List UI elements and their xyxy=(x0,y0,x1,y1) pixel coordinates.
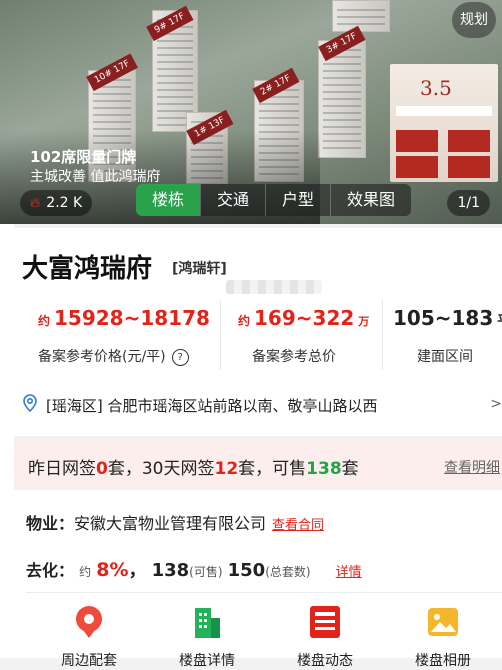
destock-details-link[interactable]: 详情 xyxy=(336,565,362,580)
plan-button[interactable]: 规划 xyxy=(452,2,496,38)
fire-icon: 🔥︎ xyxy=(30,195,41,211)
destock-sep: ， xyxy=(128,560,147,581)
total-prefix: 约 xyxy=(238,314,251,328)
promo-poster: 3.5 xyxy=(390,64,498,182)
gallery-tabs: 楼栋 交通 户型 效果图 xyxy=(136,184,412,216)
total-caption: 备案参考总价 xyxy=(252,349,336,365)
building-icon xyxy=(189,604,225,640)
view-contract-link[interactable]: 查看合同 xyxy=(272,518,324,533)
project-info-card: 大富鸿瑞府 [鸿瑞轩] 约 15928~18178 备案参考价格(元/平)? 约1… xyxy=(14,228,502,436)
property-label: 物业： xyxy=(26,514,75,533)
shortcut-building-details[interactable]: 楼盘详情 xyxy=(162,604,252,670)
signed-30-days: 12 xyxy=(214,459,239,479)
price-value: 15928~18178 xyxy=(54,306,210,330)
ad-title: 102席限量门牌 xyxy=(30,148,137,166)
poster-text: 3.5 xyxy=(420,76,452,100)
poster-card xyxy=(448,130,490,152)
sales-summary: 昨日网签0套，30天网签12套，可售138套 查看明细 xyxy=(14,442,502,486)
divider xyxy=(220,300,221,370)
location-icon xyxy=(22,394,38,416)
tab-floorplan[interactable]: 户型 xyxy=(265,184,330,216)
shortcut-label: 楼盘动态 xyxy=(297,653,353,669)
project-name: 大富鸿瑞府 xyxy=(22,254,153,284)
sales-text: 昨日网签0套，30天网签12套，可售138套 xyxy=(28,454,359,479)
left-edge xyxy=(0,224,14,658)
property-row: 物业：安徽大富物业管理有限公司 查看合同 xyxy=(26,510,324,534)
shortcut-label: 楼盘相册 xyxy=(415,653,471,669)
area-stat: 105~183平 建面区间 xyxy=(393,306,502,366)
area-unit: 平 xyxy=(497,314,502,329)
shortcut-label: 楼盘详情 xyxy=(179,653,235,669)
poster-card xyxy=(396,156,438,178)
view-details-link[interactable]: 查看明细 xyxy=(444,457,500,477)
area-value: 105~183 xyxy=(393,306,494,330)
total-note: (总套数) xyxy=(265,565,311,579)
view-count-badge: 🔥︎ 2.2 K xyxy=(20,190,93,216)
location-pin-icon xyxy=(71,604,107,640)
total-unit: 万 xyxy=(358,315,370,328)
view-count: 2.2 K xyxy=(46,195,83,211)
signed-yesterday: 0 xyxy=(96,459,108,479)
available-note: (可售) xyxy=(189,565,223,579)
image-counter: 1/1 xyxy=(447,190,490,216)
property-company: 安徽大富物业管理有限公司 xyxy=(74,514,267,533)
sales-label: 套，可售 xyxy=(238,459,307,479)
photo-icon xyxy=(425,604,461,640)
news-icon xyxy=(307,604,343,640)
shortcut-nearby[interactable]: 周边配套 xyxy=(44,604,134,670)
chevron-right-icon[interactable]: > xyxy=(490,396,502,412)
shortcut-photo-album[interactable]: 楼盘相册 xyxy=(398,604,488,670)
poster-strip xyxy=(396,106,492,116)
sales-label: 套，30天网签 xyxy=(107,459,215,479)
total-count: 150 xyxy=(227,560,266,581)
available-count: 138 xyxy=(151,560,190,581)
tab-traffic[interactable]: 交通 xyxy=(200,184,265,216)
help-icon[interactable]: ? xyxy=(171,349,189,366)
shortcut-project-news[interactable]: 楼盘动态 xyxy=(280,604,370,670)
address-row[interactable]: [瑶海区] 合肥市瑶海区站前路以南、敬亭山路以西 xyxy=(22,394,377,416)
sales-label: 套 xyxy=(341,459,359,479)
project-detail-card: 物业：安徽大富物业管理有限公司 查看合同 去化： 约 8%， 138(可售) 15… xyxy=(14,490,502,669)
price-stat: 约 15928~18178 备案参考价格(元/平)? xyxy=(38,306,210,366)
total-price-stat: 约 169~322 万 备案参考总价 xyxy=(238,306,369,366)
destock-percent: 8% xyxy=(96,559,129,581)
sales-label: 昨日网签 xyxy=(28,459,96,479)
divider xyxy=(382,300,383,370)
total-value: 169~322 xyxy=(254,306,355,330)
poster-card xyxy=(448,156,490,178)
address-text: [瑶海区] 合肥市瑶海区站前路以南、敬亭山路以西 xyxy=(46,396,378,415)
available-units: 138 xyxy=(306,459,342,479)
building-top xyxy=(332,0,390,32)
project-hero-image[interactable]: 9# 17F 10# 17F 1# 13F 2# 17F 3# 17F 3.5 … xyxy=(0,0,502,224)
ad-subtitle: 主城改善 值此鸿瑞府 xyxy=(30,169,161,185)
tab-buildings[interactable]: 楼栋 xyxy=(136,184,201,216)
blurred-text xyxy=(226,280,322,294)
price-caption: 备案参考价格(元/平) xyxy=(38,349,166,365)
project-alias: [鸿瑞轩] xyxy=(172,261,227,277)
poster-card xyxy=(396,130,438,152)
area-caption: 建面区间 xyxy=(417,349,473,365)
price-prefix: 约 xyxy=(38,314,51,328)
destock-label: 去化： xyxy=(26,561,75,580)
tab-renderings[interactable]: 效果图 xyxy=(330,184,411,216)
destock-row: 去化： 约 8%， 138(可售) 150(总套数) 详情 xyxy=(26,556,362,582)
destock-approx: 约 xyxy=(79,565,92,579)
divider xyxy=(26,592,502,593)
shortcut-label: 周边配套 xyxy=(61,653,117,669)
